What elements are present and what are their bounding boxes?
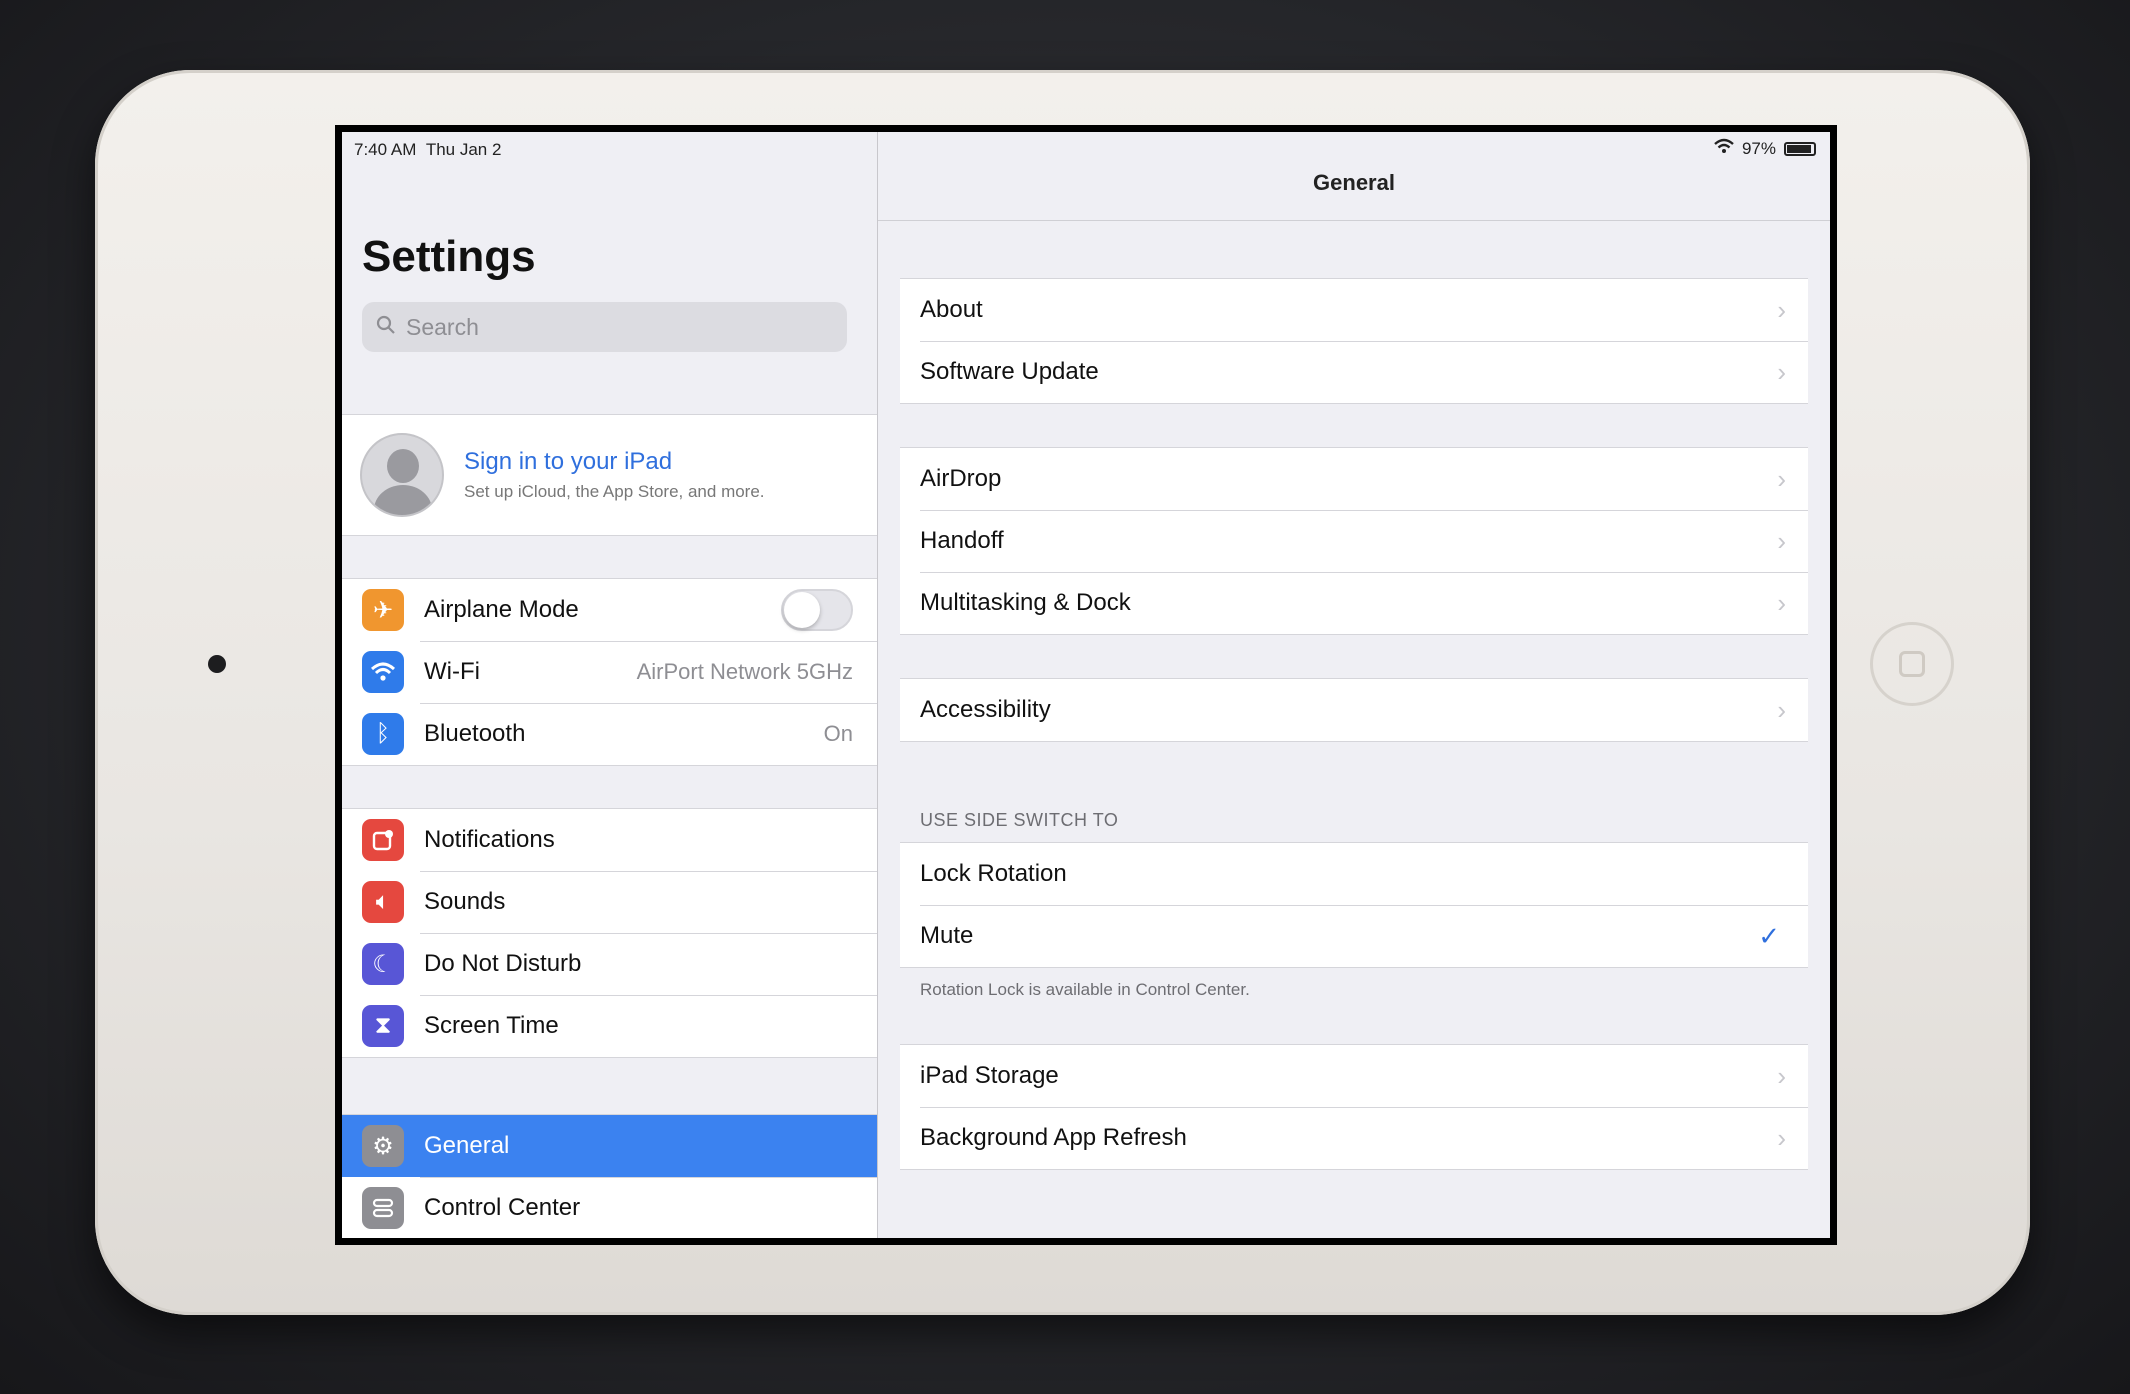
chevron-right-icon: › <box>1777 525 1786 556</box>
row-label: Background App Refresh <box>920 1124 1187 1151</box>
sidebar-item-label: Screen Time <box>424 1012 559 1039</box>
page-title: Settings <box>362 232 536 281</box>
about-group: About › Software Update › <box>900 278 1808 404</box>
sidebar-item-general[interactable]: ⚙ General <box>342 1115 877 1177</box>
multitasking-dock-row[interactable]: Multitasking & Dock › <box>900 572 1808 634</box>
row-label: Mute <box>920 922 974 949</box>
sidebar-item-bluetooth[interactable]: ᛒ Bluetooth On <box>342 703 877 765</box>
sidebar-item-control-center[interactable]: Control Center <box>342 1177 877 1238</box>
chevron-right-icon: › <box>1777 694 1786 725</box>
sidebar-item-do-not-disturb[interactable]: ☾ Do Not Disturb <box>342 933 877 995</box>
side-switch-group: Lock Rotation Mute ✓ <box>900 842 1808 968</box>
search-input[interactable] <box>404 312 828 342</box>
sidebar-item-label: Wi-Fi <box>424 658 480 685</box>
chevron-right-icon: › <box>1777 587 1786 618</box>
airplane-mode-toggle[interactable] <box>781 589 853 631</box>
sidebar-item-label: Bluetooth <box>424 720 526 747</box>
row-label: AirDrop <box>920 465 1002 492</box>
continuity-group: AirDrop › Handoff › Multitasking & Dock › <box>900 447 1808 635</box>
sidebar-item-label: General <box>424 1132 510 1159</box>
sidebar-item-label: Do Not Disturb <box>424 950 582 977</box>
wifi-icon <box>362 651 404 693</box>
sign-in-title: Sign in to your iPad <box>464 448 673 475</box>
accessibility-row[interactable]: Accessibility › <box>900 679 1808 741</box>
storage-group: iPad Storage › Background App Refresh › <box>900 1044 1808 1170</box>
home-button-icon <box>1899 651 1925 677</box>
search-icon <box>376 314 396 341</box>
chevron-right-icon: › <box>1777 356 1786 387</box>
row-label: About <box>920 296 983 323</box>
sidebar-item-label: Sounds <box>424 888 506 915</box>
row-label: Multitasking & Dock <box>920 589 1131 616</box>
chevron-right-icon: › <box>1777 1060 1786 1091</box>
sounds-icon: 🔈︎ <box>362 881 404 923</box>
nav-divider <box>878 220 1830 221</box>
detail-pane: 97% General About › Software Update › AirD… <box>878 132 1830 1238</box>
sign-in-subtitle: Set up iCloud, the App Store, and more. <box>464 482 765 501</box>
sidebar-item-label: Notifications <box>424 826 555 853</box>
moon-icon: ☾ <box>362 943 404 985</box>
lock-rotation-option[interactable]: Lock Rotation <box>900 843 1808 905</box>
wifi-network-value: AirPort Network 5GHz <box>636 659 853 684</box>
search-field[interactable] <box>362 302 847 352</box>
battery-icon <box>1784 141 1816 156</box>
chevron-right-icon: › <box>1777 463 1786 494</box>
connectivity-group: ✈ Airplane Mode Wi-Fi AirPort Network 5G… <box>342 578 877 766</box>
row-label: Software Update <box>920 358 1099 385</box>
side-switch-header: USE SIDE SWITCH TO <box>920 810 1119 830</box>
hourglass-icon: ⧗ <box>362 1005 404 1047</box>
battery-percent: 97% <box>1741 138 1776 158</box>
row-label: iPad Storage <box>920 1062 1059 1089</box>
row-label: Lock Rotation <box>920 860 1067 887</box>
chevron-right-icon: › <box>1777 294 1786 325</box>
background-app-refresh-row[interactable]: Background App Refresh › <box>900 1107 1808 1169</box>
home-button[interactable] <box>1870 622 1954 706</box>
settings-app: 7:40 AM Thu Jan 2 Settings Sign in to yo… <box>342 132 1830 1238</box>
sidebar-item-wifi[interactable]: Wi-Fi AirPort Network 5GHz <box>342 641 877 703</box>
profile-group: Sign in to your iPad Set up iCloud, the … <box>342 414 877 536</box>
status-time: 7:40 AM Thu Jan 2 <box>354 140 501 160</box>
front-camera <box>208 655 226 673</box>
row-label: Handoff <box>920 527 1004 554</box>
sidebar-item-notifications[interactable]: Notifications <box>342 809 877 871</box>
gear-icon: ⚙ <box>362 1125 404 1167</box>
sidebar-item-label: Airplane Mode <box>424 596 579 623</box>
software-update-row[interactable]: Software Update › <box>900 341 1808 403</box>
sign-in-profile[interactable]: Sign in to your iPad Set up iCloud, the … <box>342 415 877 535</box>
sidebar-item-airplane-mode[interactable]: ✈ Airplane Mode <box>342 579 877 641</box>
status-bar-right: 97% <box>1714 138 1816 159</box>
handoff-row[interactable]: Handoff › <box>900 510 1808 572</box>
airdrop-row[interactable]: AirDrop › <box>900 448 1808 510</box>
ipad-screen: 7:40 AM Thu Jan 2 Settings Sign in to yo… <box>335 125 1837 1245</box>
status-date: Thu Jan 2 <box>425 140 502 159</box>
sidebar: 7:40 AM Thu Jan 2 Settings Sign in to yo… <box>342 132 878 1238</box>
status-time-text: 7:40 AM <box>354 140 417 159</box>
chevron-right-icon: › <box>1777 1122 1786 1153</box>
wifi-status-icon <box>1714 138 1734 159</box>
side-switch-footer: Rotation Lock is available in Control Ce… <box>920 980 1250 999</box>
bluetooth-value: On <box>823 721 853 746</box>
control-center-icon <box>362 1187 404 1229</box>
ipad-storage-row[interactable]: iPad Storage › <box>900 1045 1808 1107</box>
notifications-group: Notifications 🔈︎ Sounds ☾ Do Not Disturb… <box>342 808 877 1058</box>
detail-title: General <box>1313 170 1395 195</box>
sidebar-item-sounds[interactable]: 🔈︎ Sounds <box>342 871 877 933</box>
avatar <box>360 433 444 517</box>
sidebar-item-screen-time[interactable]: ⧗ Screen Time <box>342 995 877 1057</box>
checkmark-icon: ✓ <box>1758 920 1780 951</box>
general-group: ⚙ General Control Center <box>342 1114 877 1238</box>
accessibility-group: Accessibility › <box>900 678 1808 742</box>
sidebar-item-label: Control Center <box>424 1194 581 1221</box>
bluetooth-icon: ᛒ <box>362 713 404 755</box>
row-label: Accessibility <box>920 696 1051 723</box>
airplane-icon: ✈ <box>362 589 404 631</box>
notifications-icon <box>362 819 404 861</box>
about-row[interactable]: About › <box>900 279 1808 341</box>
mute-option[interactable]: Mute ✓ <box>900 905 1808 967</box>
